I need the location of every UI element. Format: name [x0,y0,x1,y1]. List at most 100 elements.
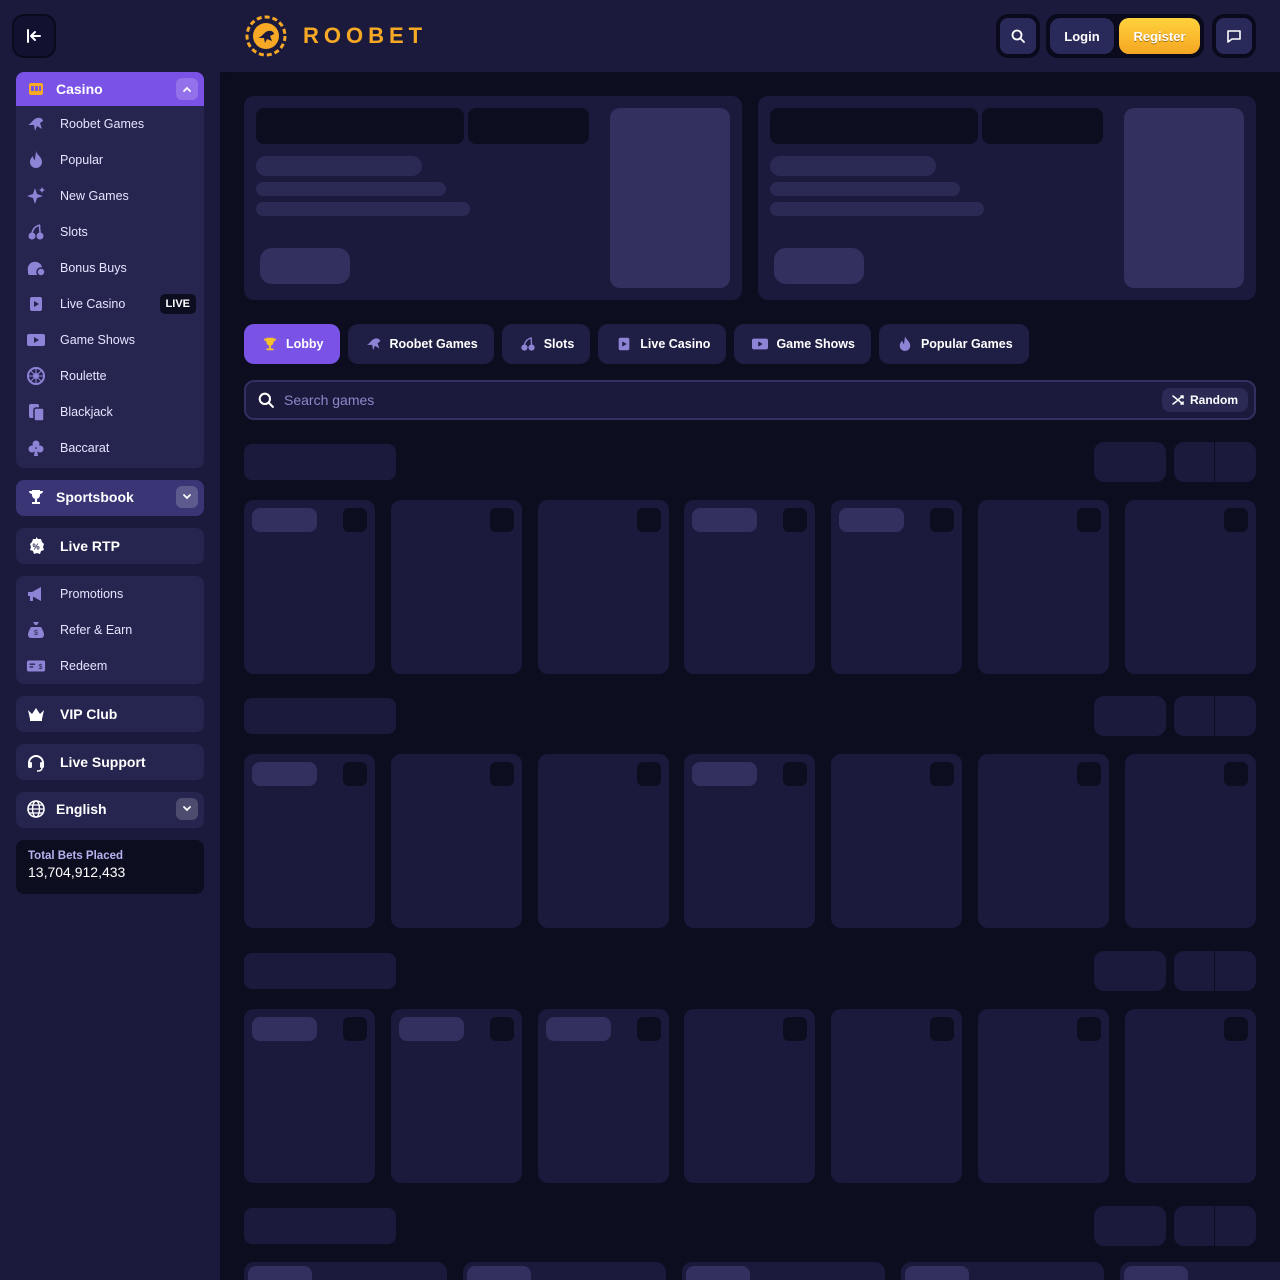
favorite-button[interactable] [1077,1017,1101,1041]
favorite-button[interactable] [1223,762,1248,786]
favorite-button[interactable] [1077,508,1101,532]
game-card[interactable] [978,500,1109,674]
sidebar-item-blackjack[interactable]: Blackjack [16,394,204,430]
roobet-logo[interactable]: ROOBET [243,13,427,59]
sidebar-item-popular[interactable]: Popular [16,142,204,178]
chevron-up-icon[interactable] [176,78,198,100]
promo-banner-placeholder[interactable] [758,96,1256,300]
sidebar-item-new-games[interactable]: New Games [16,178,204,214]
sidebar-item-roobet-games[interactable]: Roobet Games [16,106,204,142]
favorite-button[interactable] [930,762,955,786]
favorite-button[interactable] [1223,1017,1248,1041]
tab-lobby[interactable]: Lobby [244,324,340,364]
game-card[interactable] [390,1009,522,1183]
chevron-down-icon[interactable] [176,798,198,820]
favorite-button[interactable] [930,1017,955,1041]
favorite-button[interactable] [636,508,661,532]
game-card[interactable] [978,754,1109,928]
sidebar-item-promotions[interactable]: Promotions [16,576,204,612]
favorite-button[interactable] [636,762,661,786]
chat-button[interactable] [1212,14,1256,58]
game-card[interactable] [244,754,375,928]
tab-popular-games[interactable]: Popular Games [878,324,1029,364]
game-card[interactable] [684,754,816,928]
sidebar-item-baccarat[interactable]: Baccarat [16,430,204,466]
game-card[interactable] [537,754,669,928]
sportsbook-header[interactable]: Sportsbook [16,480,204,514]
language-group[interactable]: English [16,792,204,828]
section-title-skeleton [244,1208,396,1244]
sidebar-item-roulette[interactable]: Roulette [16,358,204,394]
sidebar-item-refer-earn[interactable]: $ Refer & Earn [16,612,204,648]
favorite-button[interactable] [489,1017,514,1041]
sidebar-item-slots[interactable]: Slots [16,214,204,250]
vip-group[interactable]: VIP Club [16,696,204,732]
favorite-button[interactable] [783,508,808,532]
card-tag-skeleton [1124,1266,1188,1280]
game-card[interactable] [1124,1009,1256,1183]
game-card[interactable] [831,1009,963,1183]
live-rtp-link[interactable]: % Live RTP [16,528,204,564]
next-button[interactable] [1215,696,1256,736]
sidebar-item-redeem[interactable]: $ Redeem [16,648,204,684]
next-button[interactable] [1215,442,1256,482]
game-card[interactable] [244,500,375,674]
favorite-button[interactable] [343,1017,367,1041]
sidebar: Casino Roobet Games Popular New Games Sl… [0,72,220,1280]
game-card[interactable] [1124,754,1256,928]
header-search-button[interactable] [996,14,1040,58]
sidebar-collapse-button[interactable] [12,14,56,58]
vip-club-link[interactable]: VIP Club [16,696,204,732]
game-card[interactable] [831,754,963,928]
tab-game-shows[interactable]: Game Shows [734,324,871,364]
favorite-button[interactable] [636,1017,661,1041]
game-card[interactable] [244,1009,375,1183]
game-card[interactable] [684,500,816,674]
favorite-button[interactable] [1223,508,1248,532]
view-all-button[interactable] [1094,951,1166,991]
prev-button[interactable] [1174,696,1214,736]
favorite-button[interactable] [489,762,514,786]
game-card[interactable] [978,1009,1109,1183]
prev-button[interactable] [1174,442,1214,482]
promo-banner-placeholder[interactable] [244,96,742,300]
sportsbook-group[interactable]: Sportsbook [16,480,204,516]
sidebar-item-bonus-buys[interactable]: Bonus Buys [16,250,204,286]
game-card[interactable] [390,500,522,674]
favorite-button[interactable] [930,508,955,532]
live-support-link[interactable]: Live Support [16,744,204,780]
favorite-button[interactable] [343,508,367,532]
sidebar-item-game-shows[interactable]: Game Shows [16,322,204,358]
logo-emblem-icon [245,15,287,57]
sidebar-item-live-casino[interactable]: Live Casino LIVE [16,286,204,322]
game-card[interactable] [537,1009,669,1183]
tab-slots[interactable]: Slots [501,324,591,364]
prev-button[interactable] [1174,951,1214,991]
tv-icon [750,334,770,354]
game-card[interactable] [390,754,522,928]
view-all-button[interactable] [1094,696,1166,736]
favorite-button[interactable] [343,762,367,786]
tab-live-casino[interactable]: Live Casino [598,324,727,364]
login-button[interactable]: Login [1050,18,1114,54]
favorite-button[interactable] [1077,762,1101,786]
view-all-button[interactable] [1094,442,1166,482]
register-button[interactable]: Register [1119,18,1200,54]
game-card[interactable] [537,500,669,674]
chevron-down-icon[interactable] [176,486,198,508]
random-button[interactable]: Random [1162,388,1248,412]
game-card[interactable] [1124,500,1256,674]
favorite-button[interactable] [783,1017,808,1041]
casino-header[interactable]: Casino [16,72,204,106]
next-button[interactable] [1215,951,1256,991]
favorite-button[interactable] [783,762,808,786]
skeleton-button [260,248,350,284]
game-card[interactable] [831,500,963,674]
language-selector[interactable]: English [16,792,204,826]
support-group[interactable]: Live Support [16,744,204,780]
favorite-button[interactable] [489,508,514,532]
live-rtp-group[interactable]: % Live RTP [16,528,204,564]
tab-roobet-games[interactable]: Roobet Games [347,324,494,364]
search-input[interactable] [284,392,1144,408]
game-card[interactable] [684,1009,816,1183]
